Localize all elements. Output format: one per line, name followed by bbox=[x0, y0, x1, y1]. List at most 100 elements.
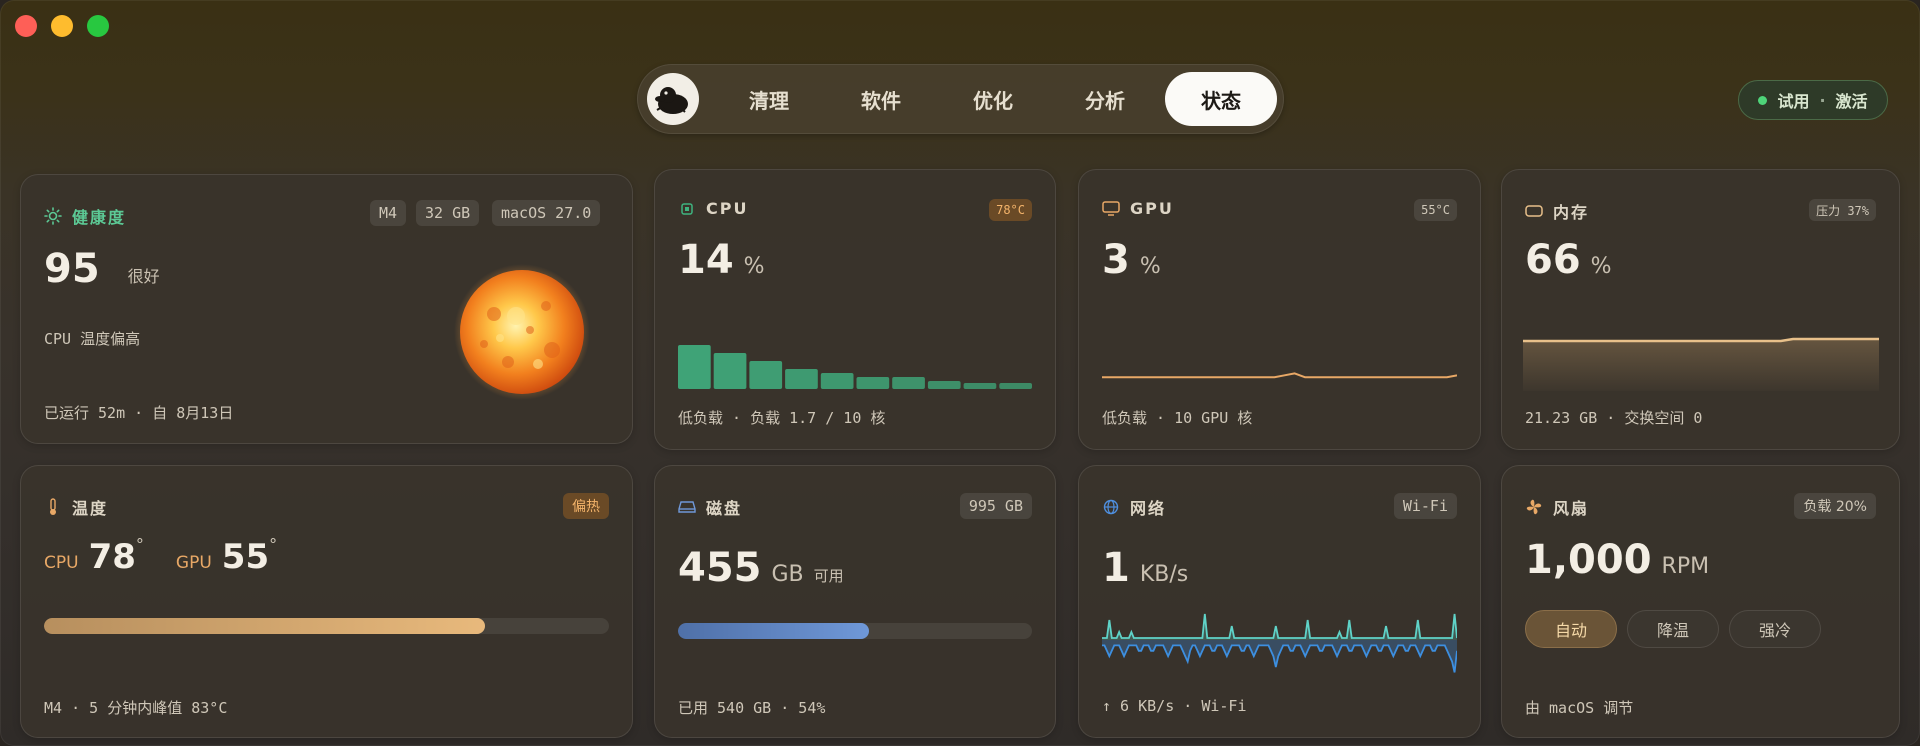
cpu-history-chart bbox=[678, 345, 1032, 389]
fan-mode-cool[interactable]: 降温 bbox=[1627, 610, 1719, 648]
cpu-temp-degree: ° bbox=[135, 535, 144, 554]
cpu-temp-label: CPU bbox=[44, 553, 79, 573]
cpu-bar bbox=[749, 361, 783, 389]
window-controls bbox=[15, 15, 109, 37]
main-nav: 清理 软件 优化 分析 状态 bbox=[637, 64, 1284, 134]
gpu-temp-label: GPU bbox=[175, 553, 212, 573]
fan-header: 风扇 bbox=[1525, 495, 1589, 519]
temperature-bar bbox=[44, 618, 609, 634]
cpu-usage-unit: % bbox=[743, 254, 765, 279]
cpu-bar bbox=[713, 353, 747, 389]
cpu-bar bbox=[927, 381, 961, 389]
cpu-bar bbox=[856, 377, 890, 389]
monitor-icon bbox=[1102, 200, 1120, 218]
globe-icon bbox=[1102, 498, 1120, 516]
gpu-usage-line bbox=[1102, 372, 1457, 379]
gpu-usage-value: 3 bbox=[1102, 237, 1130, 283]
tab-analyze[interactable]: 分析 bbox=[1049, 72, 1161, 126]
disk-usage-bar bbox=[678, 623, 1032, 639]
disk-free-note: 可用 bbox=[813, 567, 844, 585]
temperature-title: 温度 bbox=[72, 499, 109, 518]
download-line bbox=[1102, 613, 1457, 639]
app-window: 清理 软件 优化 分析 状态 试用 · 激活 健康度 M4 32 GB macO… bbox=[0, 0, 1920, 746]
cpu-temp-value: 78 bbox=[88, 537, 136, 577]
cpu-bar bbox=[678, 345, 711, 389]
gpu-history-chart bbox=[1102, 372, 1457, 379]
health-note: CPU 温度偏高 bbox=[44, 330, 141, 348]
memory-area-fill bbox=[1523, 339, 1879, 391]
fan-icon bbox=[1525, 498, 1543, 516]
tab-status[interactable]: 状态 bbox=[1165, 72, 1277, 126]
fan-title: 风扇 bbox=[1553, 499, 1590, 518]
fan-mode-auto[interactable]: 自动 bbox=[1525, 610, 1617, 648]
network-header: 网络 bbox=[1102, 495, 1166, 519]
sun-icon bbox=[44, 207, 62, 225]
memory-usage: 66 % bbox=[1525, 237, 1612, 283]
disk-drive-icon bbox=[678, 498, 696, 516]
fan-mode-max[interactable]: 强冷 bbox=[1729, 610, 1821, 648]
thermometer-icon bbox=[44, 498, 62, 516]
cpu-footer: 低负载 · 负载 1.7 / 10 核 bbox=[678, 409, 886, 427]
disk-capacity-badge: 995 GB bbox=[959, 493, 1032, 519]
health-score: 95 很好 bbox=[44, 246, 160, 292]
temperature-card: 温度 偏热 CPU 78 ° GPU 55 ° M4 · 5 分钟内峰值 83°… bbox=[20, 465, 633, 738]
network-title: 网络 bbox=[1130, 499, 1167, 518]
download-area bbox=[1102, 614, 1457, 640]
tab-software[interactable]: 软件 bbox=[825, 72, 937, 126]
minimize-button[interactable] bbox=[51, 15, 73, 37]
gpu-card: GPU 55°C 3 % 低负载 · 10 GPU 核 bbox=[1078, 169, 1481, 450]
gpu-header: GPU bbox=[1102, 199, 1174, 218]
gpu-usage: 3 % bbox=[1102, 237, 1161, 283]
network-speed: 1 KB/s bbox=[1102, 545, 1188, 591]
gpu-temp-degree: ° bbox=[269, 535, 278, 554]
network-speed-value: 1 bbox=[1102, 545, 1130, 591]
app-logo-icon[interactable] bbox=[647, 73, 699, 125]
cpu-bar bbox=[963, 383, 997, 389]
tab-clean[interactable]: 清理 bbox=[713, 72, 825, 126]
status-dot-icon bbox=[1758, 95, 1768, 105]
temperature-readout: CPU 78 ° GPU 55 ° bbox=[44, 535, 278, 577]
disk-free-value: 455 bbox=[678, 545, 762, 591]
chip-os: macOS 27.0 bbox=[492, 200, 601, 226]
disk-header: 磁盘 bbox=[678, 495, 742, 519]
cpu-bar bbox=[785, 369, 818, 389]
memory-usage-value: 66 bbox=[1525, 237, 1581, 283]
activate-label: 激活 bbox=[1835, 92, 1868, 111]
temperature-footer: M4 · 5 分钟内峰值 83°C bbox=[44, 699, 228, 717]
fan-footer: 由 macOS 调节 bbox=[1525, 699, 1634, 717]
health-score-label: 很好 bbox=[127, 267, 160, 286]
network-type-badge: Wi-Fi bbox=[1393, 493, 1457, 519]
gpu-footer: 低负载 · 10 GPU 核 bbox=[1102, 409, 1253, 427]
cpu-usage: 14 % bbox=[678, 237, 765, 283]
cpu-card: CPU 78°C 14 % 低负载 · 负载 1.7 / 10 核 bbox=[654, 169, 1056, 450]
disk-usage-bar-fill bbox=[678, 623, 870, 639]
memory-header: 内存 bbox=[1525, 199, 1589, 223]
memory-footer: 21.23 GB · 交换空间 0 bbox=[1525, 409, 1703, 427]
status-sun-icon bbox=[454, 264, 590, 400]
network-traffic-chart bbox=[1102, 613, 1457, 673]
cpu-bar bbox=[892, 377, 925, 389]
gpu-usage-unit: % bbox=[1139, 254, 1161, 279]
temperature-header: 温度 bbox=[44, 495, 108, 519]
health-header: 健康度 bbox=[44, 204, 126, 228]
health-footer: 已运行 52m · 自 8月13日 bbox=[44, 404, 234, 422]
memory-history-chart bbox=[1523, 337, 1879, 391]
memory-pressure-badge: 压力 37% bbox=[1809, 199, 1876, 221]
health-title: 健康度 bbox=[72, 208, 127, 227]
tab-optimize[interactable]: 优化 bbox=[937, 72, 1049, 126]
memory-title: 内存 bbox=[1553, 203, 1590, 222]
trial-activate-pill[interactable]: 试用 · 激活 bbox=[1738, 80, 1888, 120]
disk-footer: 已用 540 GB · 54% bbox=[678, 699, 826, 717]
network-speed-unit: KB/s bbox=[1139, 562, 1189, 587]
memory-usage-unit: % bbox=[1590, 254, 1612, 279]
health-card: 健康度 M4 32 GB macOS 27.0 95 很好 CPU 温度偏高 已… bbox=[20, 174, 633, 444]
fan-speed-value: 1,000 bbox=[1525, 537, 1652, 583]
chip-memory: 32 GB bbox=[416, 200, 480, 226]
memory-card: 内存 压力 37% 66 % 21.23 GB · 交换空间 0 bbox=[1501, 169, 1900, 450]
close-button[interactable] bbox=[15, 15, 37, 37]
disk-free: 455 GB 可用 bbox=[678, 545, 844, 591]
health-score-value: 95 bbox=[44, 246, 100, 292]
fan-speed: 1,000 RPM bbox=[1525, 537, 1709, 583]
zoom-button[interactable] bbox=[87, 15, 109, 37]
chip-chip: M4 bbox=[370, 200, 407, 226]
